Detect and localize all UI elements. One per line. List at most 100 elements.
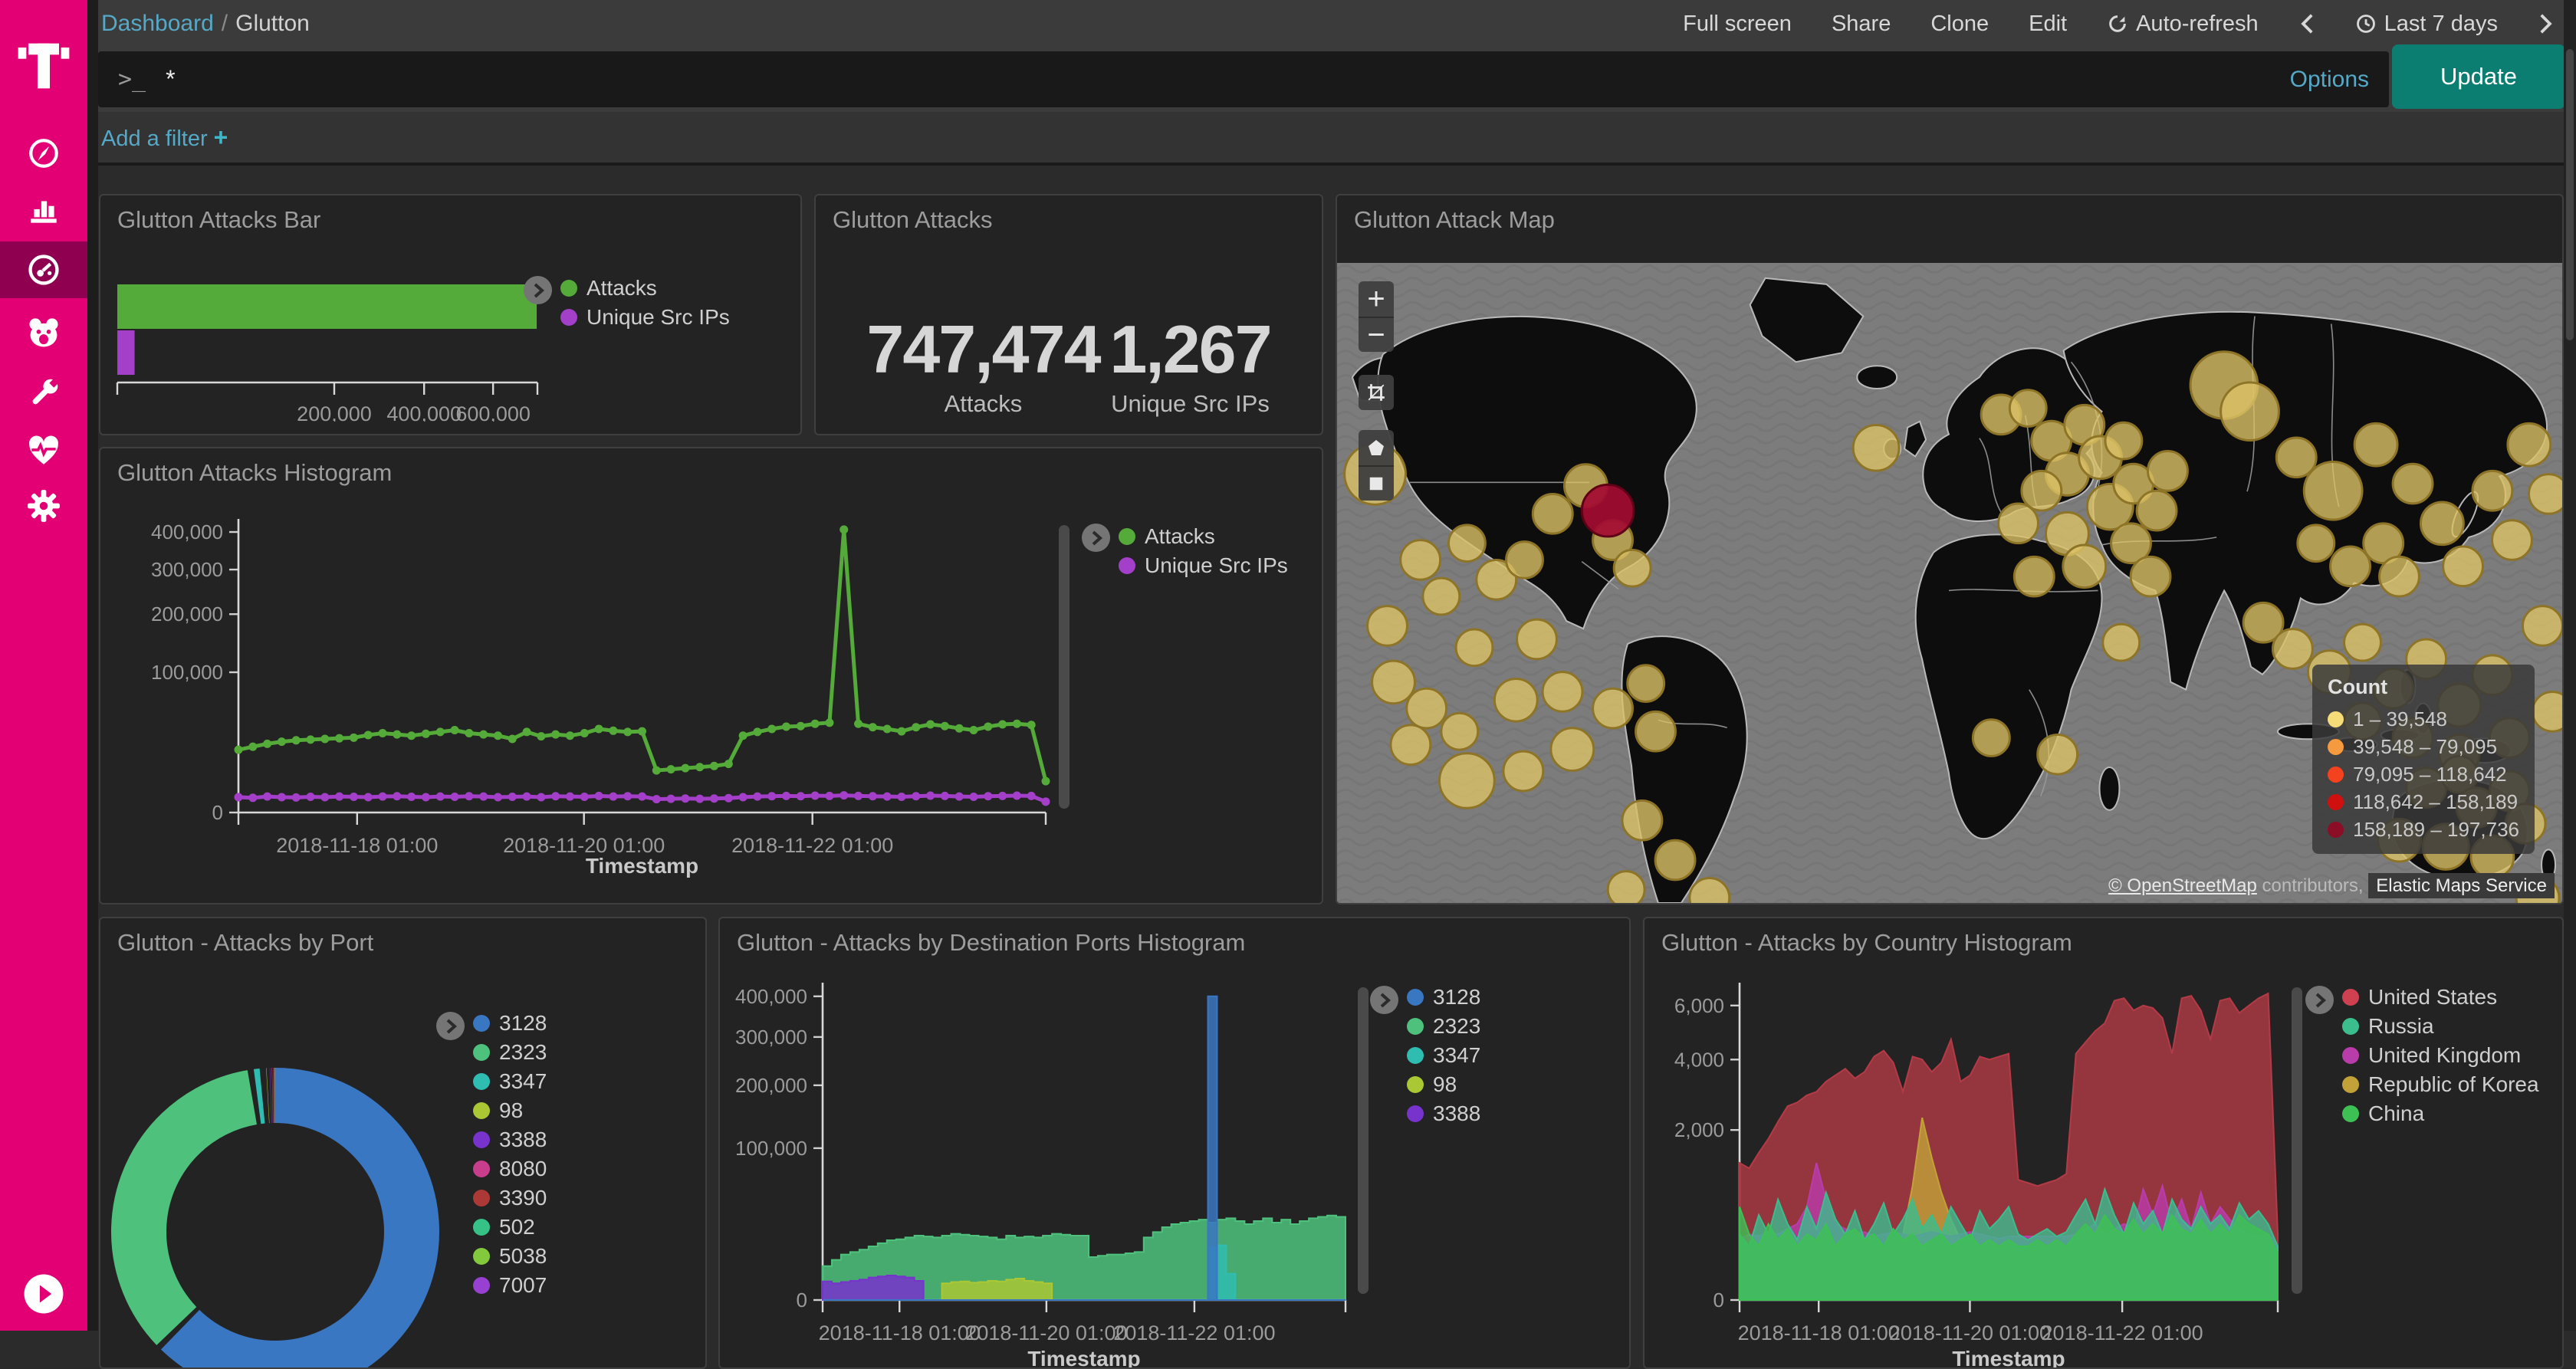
add-filter-button[interactable]: Add a filter+: [101, 123, 228, 152]
attack-marker-low[interactable]: [1628, 665, 1664, 702]
attack-marker-low[interactable]: [1407, 688, 1447, 728]
legend-item[interactable]: United Kingdom: [2342, 1041, 2539, 1070]
attack-marker-low[interactable]: [1401, 540, 1441, 580]
attack-marker-low[interactable]: [1853, 425, 1899, 471]
attack-marker-low[interactable]: [1368, 606, 1408, 646]
legend-expand-arrow[interactable]: [524, 276, 552, 304]
clone-button[interactable]: Clone: [1930, 11, 1989, 37]
attack-marker-low[interactable]: [2014, 556, 2054, 596]
query-value[interactable]: *: [166, 65, 2289, 94]
search-input[interactable]: >_ * Options: [98, 51, 2389, 107]
country-histogram-chart[interactable]: 02,0004,0006,0002018-11-18 01:002018-11-…: [1655, 980, 2284, 1369]
panel-scrollbar[interactable]: [2292, 987, 2302, 1294]
legend-item[interactable]: 3388: [1407, 1099, 1480, 1128]
legend-item[interactable]: 2323: [473, 1038, 547, 1067]
attack-marker-low[interactable]: [1494, 678, 1537, 721]
attack-marker-low[interactable]: [1999, 504, 2039, 543]
attack-marker-low[interactable]: [1423, 578, 1460, 615]
attack-marker-low[interactable]: [2009, 390, 2046, 427]
attack-marker-low[interactable]: [1517, 619, 1557, 659]
attack-marker-low[interactable]: [1608, 872, 1644, 903]
legend-item[interactable]: 98: [1407, 1070, 1480, 1099]
attack-marker-low[interactable]: [2298, 525, 2334, 562]
attack-marker-low[interactable]: [2273, 629, 2313, 669]
attack-marker-low[interactable]: [1543, 672, 1582, 712]
elastic-maps-service-link[interactable]: Elastic Maps Service: [2368, 873, 2555, 898]
legend-item[interactable]: Attacks: [560, 274, 730, 303]
map-draw-polygon-button[interactable]: [1359, 430, 1394, 465]
legend-expand-arrow[interactable]: [2305, 986, 2334, 1014]
auto-refresh-button[interactable]: Auto-refresh: [2107, 11, 2259, 37]
attacks-bar-chart[interactable]: 200,000400,000600,000: [111, 268, 556, 422]
attack-marker-low[interactable]: [1655, 840, 1695, 880]
legend-item[interactable]: 7007: [473, 1271, 547, 1300]
attack-marker-low[interactable]: [2532, 691, 2562, 731]
attack-marker-low[interactable]: [1503, 751, 1543, 791]
edit-button[interactable]: Edit: [2029, 11, 2067, 37]
attack-marker-low[interactable]: [2354, 423, 2397, 466]
attack-marker-low[interactable]: [1622, 800, 1662, 840]
attack-marker-low[interactable]: [2022, 471, 2062, 511]
attack-marker-high[interactable]: [1582, 484, 1634, 537]
sidebar-item-discover[interactable]: [0, 126, 87, 180]
options-link[interactable]: Options: [2290, 67, 2369, 93]
attack-marker-low[interactable]: [1391, 725, 1431, 765]
attack-marker-low[interactable]: [1439, 753, 1494, 809]
attack-marker-low[interactable]: [2038, 734, 2078, 774]
full-screen-button[interactable]: Full screen: [1683, 11, 1792, 37]
attack-marker-low[interactable]: [1372, 661, 1415, 704]
update-button[interactable]: Update: [2392, 44, 2565, 109]
time-range-button[interactable]: Last 7 days: [2355, 11, 2498, 37]
attack-marker-low[interactable]: [1533, 494, 1572, 533]
attack-marker-low[interactable]: [1690, 878, 1730, 903]
attack-marker-low[interactable]: [2063, 545, 2106, 588]
sidebar-item-monitoring[interactable]: [0, 424, 87, 478]
legend-item[interactable]: 502: [473, 1213, 547, 1242]
map-fit-bounds-button[interactable]: [1359, 375, 1394, 410]
legend-item[interactable]: 3128: [1407, 983, 1480, 1012]
attack-marker-low[interactable]: [1593, 688, 1633, 728]
attack-marker-low[interactable]: [2528, 474, 2562, 514]
openstreetmap-link[interactable]: © OpenStreetMap: [2108, 875, 2257, 896]
sidebar-expand-button[interactable]: [0, 1272, 87, 1315]
legend-item[interactable]: 8080: [473, 1154, 547, 1184]
attack-marker-low[interactable]: [2472, 471, 2512, 511]
attack-marker-low[interactable]: [2103, 624, 2140, 661]
legend-item[interactable]: 3128: [473, 1009, 547, 1038]
legend-item[interactable]: Unique Src IPs: [1119, 551, 1288, 580]
breadcrumb-dashboard-link[interactable]: Dashboard: [101, 11, 214, 36]
legend-item[interactable]: United States: [2342, 983, 2539, 1012]
map-zoom-out-button[interactable]: −: [1359, 317, 1394, 352]
attack-marker-low[interactable]: [1506, 542, 1543, 579]
attack-marker-low[interactable]: [2443, 547, 2483, 586]
attack-marker-low[interactable]: [2331, 547, 2371, 586]
legend-expand-arrow[interactable]: [1370, 986, 1398, 1014]
legend-item[interactable]: 98: [473, 1096, 547, 1125]
sidebar-item-dev-tools[interactable]: [0, 366, 87, 420]
attack-marker-low[interactable]: [1441, 713, 1478, 750]
map-draw-rectangle-button[interactable]: [1359, 465, 1394, 501]
attack-marker-low[interactable]: [1456, 629, 1493, 666]
panel-scrollbar[interactable]: [1358, 987, 1368, 1294]
attack-marker-low[interactable]: [1636, 711, 1676, 751]
attack-marker-low[interactable]: [2131, 556, 2170, 596]
legend-item[interactable]: 3347: [473, 1067, 547, 1096]
legend-item[interactable]: Attacks: [1119, 522, 1288, 551]
attack-marker-low[interactable]: [2380, 556, 2420, 596]
time-back-button[interactable]: [2298, 12, 2315, 35]
map-zoom-in-button[interactable]: +: [1359, 281, 1394, 317]
legend-item[interactable]: China: [2342, 1099, 2539, 1128]
attack-marker-low[interactable]: [2105, 422, 2142, 459]
attack-marker-low[interactable]: [2420, 502, 2463, 545]
sidebar-item-management[interactable]: [0, 479, 87, 533]
attack-marker-low[interactable]: [1614, 550, 1651, 586]
legend-item[interactable]: 3347: [1407, 1041, 1480, 1070]
attack-marker-low[interactable]: [1551, 728, 1594, 771]
attack-map[interactable]: + − Count 1 – 39,54839,548 – 79,09579,09…: [1337, 263, 2562, 903]
attack-marker-low[interactable]: [2344, 624, 2381, 661]
sidebar-item-visualize[interactable]: [0, 184, 87, 238]
panel-scrollbar[interactable]: [1059, 525, 1070, 809]
attack-marker-low[interactable]: [2304, 461, 2362, 520]
sidebar-item-dashboard[interactable]: [0, 241, 87, 298]
attack-marker-low[interactable]: [2137, 491, 2177, 530]
